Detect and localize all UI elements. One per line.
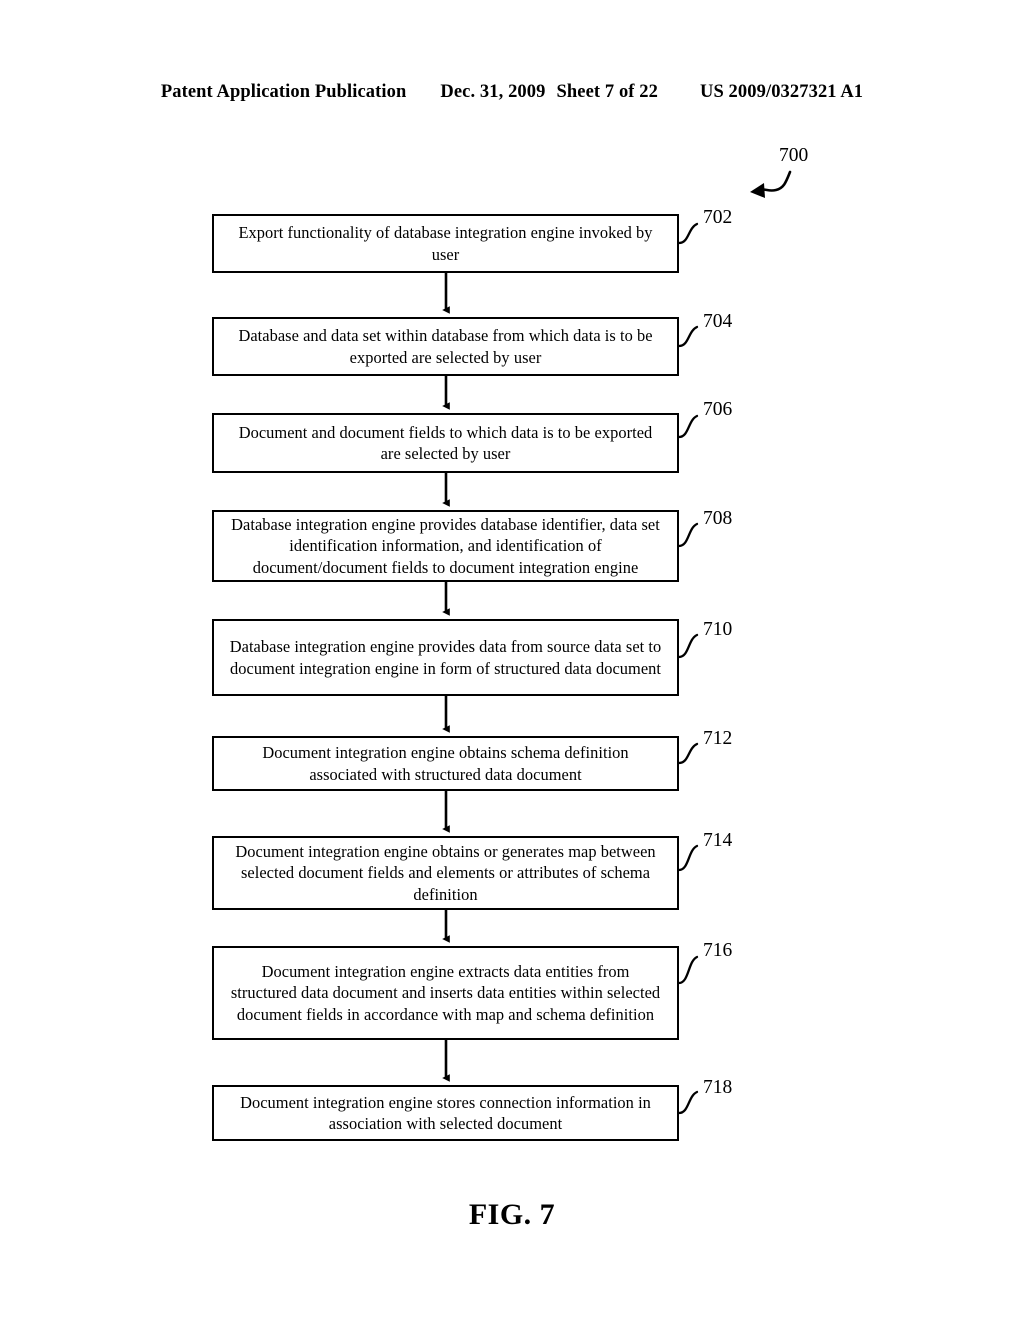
flow-node-714-label: Document integration engine obtains or g…	[235, 842, 656, 904]
flow-node-708[interactable]: Database integration engine provides dat…	[212, 510, 679, 582]
figure-ref-pointer-icon	[750, 170, 792, 198]
flow-node-710-label: Database integration engine provides dat…	[229, 637, 662, 678]
flow-node-718-label: Document integration engine stores conne…	[240, 1092, 651, 1133]
flow-node-716[interactable]: Document integration engine extracts dat…	[212, 946, 679, 1040]
reference-numeral-716: 716	[703, 940, 733, 961]
reference-numeral-704: 704	[703, 311, 733, 332]
flow-node-708-label: Database integration engine provides dat…	[231, 515, 660, 577]
reference-numeral-706: 706	[703, 399, 733, 420]
flow-node-702[interactable]: Export functionality of database integra…	[212, 214, 679, 273]
flow-node-702-label: Export functionality of database integra…	[238, 223, 653, 264]
flowchart-diagram: Export functionality of database integra…	[0, 0, 1024, 1320]
reference-numeral-712: 712	[703, 728, 733, 749]
flow-node-706-label: Document and document fields to which da…	[238, 422, 653, 463]
flow-node-716-label: Document integration engine extracts dat…	[230, 962, 661, 1024]
flow-node-704[interactable]: Database and data set within database fr…	[212, 317, 679, 376]
reference-numeral-718: 718	[703, 1077, 733, 1098]
flow-node-704-label: Database and data set within database fr…	[238, 326, 653, 367]
figure-caption: FIG. 7	[468, 1198, 556, 1231]
flow-node-718[interactable]: Document integration engine stores conne…	[212, 1085, 679, 1141]
reference-numeral-714: 714	[703, 830, 733, 851]
flow-node-712-label: Document integration engine obtains sche…	[262, 743, 629, 784]
reference-leader-lines	[677, 222, 699, 1115]
reference-numeral-702: 702	[703, 207, 733, 228]
reference-numeral-710: 710	[703, 619, 733, 640]
flow-node-706[interactable]: Document and document fields to which da…	[212, 413, 679, 473]
reference-numeral-708: 708	[703, 508, 733, 529]
flow-node-714[interactable]: Document integration engine obtains or g…	[212, 836, 679, 910]
flow-node-710[interactable]: Database integration engine provides dat…	[212, 619, 679, 696]
flow-node-712[interactable]: Document integration engine obtains sche…	[212, 736, 679, 791]
reference-numeral-700: 700	[779, 145, 809, 166]
